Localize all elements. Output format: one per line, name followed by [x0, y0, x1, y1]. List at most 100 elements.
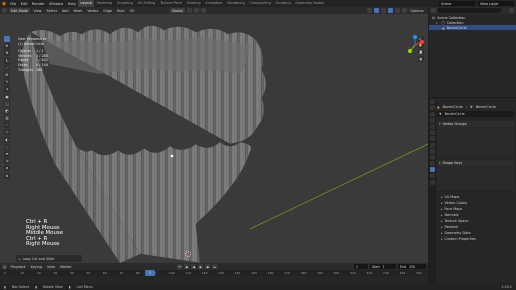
panel-vertex-colors[interactable]: ▸ Vertex Colors — [437, 200, 515, 206]
menu-view[interactable]: View — [46, 265, 57, 269]
render-tab-icon[interactable] — [430, 105, 435, 111]
pivot-icon[interactable] — [186, 8, 192, 13]
perspective-grid-icon[interactable]: ▦ — [418, 56, 424, 62]
extrude-tool-icon[interactable]: ▣ — [4, 93, 10, 100]
shear-tool-icon[interactable]: ⧄ — [4, 165, 10, 172]
menu-vertex[interactable]: Vertex — [86, 9, 100, 13]
menu-uv[interactable]: UV — [128, 9, 136, 13]
mesh-data-tab-icon[interactable] — [430, 167, 435, 173]
panel-normals[interactable]: ▸ Normals — [437, 212, 515, 218]
tool-tab-icon[interactable] — [430, 99, 435, 105]
menu-playback[interactable]: Playback — [9, 265, 27, 269]
xray-icon[interactable] — [380, 8, 386, 13]
panel-shape-keys[interactable]: ▾ Shape Keys — [437, 160, 515, 166]
options-menu[interactable]: Options — [409, 9, 425, 13]
workspace-tab-animation[interactable]: Animation — [203, 0, 225, 7]
next-keyframe-icon[interactable]: ◆ — [205, 264, 211, 269]
jump-end-icon[interactable]: ⏭ — [212, 264, 218, 269]
menu-marker[interactable]: Marker — [59, 265, 74, 269]
menu-render[interactable]: Render — [30, 2, 47, 6]
select-box-tool-icon[interactable]: ⬚ — [4, 36, 10, 42]
playhead[interactable]: 1 — [145, 270, 155, 276]
knife-tool-icon[interactable]: ⟋ — [4, 122, 10, 129]
material-shading-icon[interactable] — [394, 8, 400, 13]
menu-file[interactable]: File — [8, 2, 18, 6]
object-tab-icon[interactable] — [430, 136, 435, 142]
3d-viewport[interactable]: ⬚ ⊕ ✥ ↻ ⤢ ⊞ ✎ ⊿ ▣ ◫ ◩ ▥ ⟋ ◇ ◐ ◌ ⇹ ⇲ ⧄ ⋔ … — [0, 14, 428, 263]
workspace-tab-modeling[interactable]: Modeling — [94, 0, 114, 7]
texture-tab-icon[interactable] — [430, 179, 435, 185]
workspace-tab-compositing[interactable]: Compositing — [247, 0, 273, 7]
axis-gizmo-icon[interactable] — [404, 34, 426, 56]
particles-tab-icon[interactable] — [430, 148, 435, 154]
world-tab-icon[interactable] — [430, 130, 435, 136]
outliner-row-beziercircle[interactable]: ▲ BezierCircle — [429, 25, 516, 30]
orientation-selector[interactable]: Global — [169, 8, 185, 13]
outliner-search-input[interactable] — [438, 8, 501, 13]
poly-build-tool-icon[interactable]: ◇ — [4, 129, 10, 136]
play-reverse-icon[interactable]: ◀ — [191, 264, 197, 269]
menu-mesh[interactable]: Mesh — [72, 9, 84, 13]
edge-slide-tool-icon[interactable]: ⇹ — [4, 151, 10, 157]
overlays-icon[interactable] — [373, 8, 379, 13]
panel-face-maps[interactable]: ▸ Face Maps — [437, 206, 515, 212]
timeline-ruler[interactable]: 0102030405060708090100110120130140150160… — [0, 270, 428, 276]
menu-edge[interactable]: Edge — [102, 9, 114, 13]
panel-texture-space[interactable]: ▸ Texture Space — [437, 218, 515, 224]
mesh-data-selector[interactable]: ▼ BezierCircle — [437, 111, 515, 117]
workspace-tab-rendering[interactable]: Rendering — [225, 0, 247, 7]
cursor-tool-icon[interactable]: ⊕ — [4, 43, 10, 50]
move-tool-icon[interactable]: ✥ — [4, 50, 10, 57]
current-frame-field[interactable]: 1 — [354, 264, 368, 269]
menu-keying[interactable]: Keying — [29, 265, 43, 269]
navigation-gizmo[interactable]: ⌕ ✋ ◙ ▦ — [404, 34, 424, 63]
view-layer-tab-icon[interactable] — [430, 117, 435, 123]
panel-vertex-groups[interactable]: ▾ Vertex Groups — [437, 121, 515, 127]
expand-arrow-icon[interactable]: ▾ — [436, 21, 438, 25]
menu-help[interactable]: Help — [65, 2, 78, 6]
modifier-tab-icon[interactable] — [430, 142, 435, 148]
workspace-tab-shading[interactable]: Shading — [184, 0, 203, 7]
play-icon[interactable]: ▶ — [198, 264, 204, 269]
constraints-tab-icon[interactable] — [430, 161, 435, 167]
inset-tool-icon[interactable]: ◫ — [4, 100, 10, 107]
proportional-edit-icon[interactable] — [200, 8, 206, 13]
output-tab-icon[interactable] — [430, 111, 435, 117]
loop-cut-tool-icon[interactable]: ▥ — [4, 115, 10, 122]
filter-icon[interactable] — [509, 8, 514, 13]
panel-geometry-data[interactable]: ▸ Geometry Data — [437, 230, 515, 236]
smooth-tool-icon[interactable]: ◌ — [4, 143, 10, 150]
menu-view[interactable]: View — [32, 9, 43, 13]
workspace-tab-geometry-nodes[interactable]: Geometry Nodes — [293, 0, 326, 7]
view-layer-selector[interactable]: View Layer — [478, 1, 514, 6]
vertex-groups-list[interactable] — [437, 127, 515, 157]
workspace-tab-layout[interactable]: Layout — [78, 0, 95, 7]
scene-selector[interactable]: Scene — [439, 1, 475, 6]
menu-window[interactable]: Window — [47, 2, 66, 6]
measure-tool-icon[interactable]: ⊿ — [4, 86, 10, 93]
mode-selector[interactable]: Edit Mode — [9, 8, 30, 13]
material-tab-icon[interactable] — [430, 173, 435, 179]
snap-icon[interactable] — [193, 8, 199, 13]
physics-tab-icon[interactable] — [430, 154, 435, 160]
last-operator-panel[interactable]: ▸ Loop Cut and Slide — [16, 255, 82, 262]
menu-face[interactable]: Face — [115, 9, 126, 13]
rip-tool-icon[interactable]: ⋔ — [4, 172, 10, 179]
panel-uv-maps[interactable]: ▸ UV Maps — [437, 194, 515, 200]
bevel-tool-icon[interactable]: ◩ — [4, 107, 10, 114]
spin-tool-icon[interactable]: ◐ — [4, 136, 10, 143]
shrink-fatten-tool-icon[interactable]: ⇲ — [4, 158, 10, 165]
workspace-tab-sculpting[interactable]: Sculpting — [115, 0, 136, 7]
solid-shading-icon[interactable] — [387, 8, 393, 13]
menu-edit[interactable]: Edit — [18, 2, 29, 6]
blender-logo-icon[interactable]: ◉ — [0, 0, 8, 7]
transform-tool-icon[interactable]: ⊞ — [4, 71, 10, 78]
panel-remesh[interactable]: ▸ Remesh — [437, 224, 515, 230]
editor-type-icon[interactable] — [431, 8, 436, 13]
rotate-tool-icon[interactable]: ↻ — [4, 57, 10, 64]
end-frame-field[interactable]: End 250 — [398, 264, 426, 269]
workspace-tab-scripting[interactable]: Scripting — [273, 0, 293, 7]
scale-tool-icon[interactable]: ⤢ — [4, 64, 10, 71]
prev-keyframe-icon[interactable]: ◆ — [184, 264, 190, 269]
scene-tab-icon[interactable] — [430, 123, 435, 129]
